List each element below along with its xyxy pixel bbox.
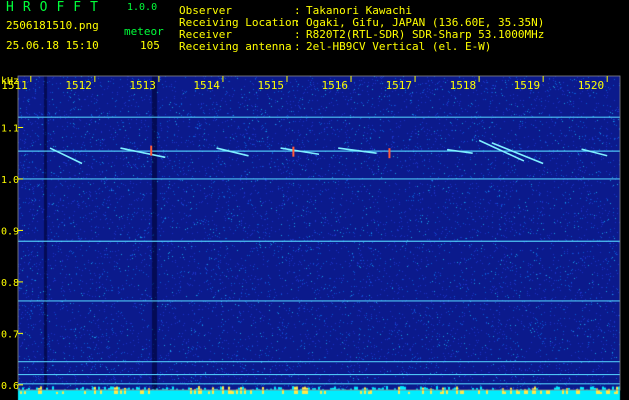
x-tick-label-1513: 1513	[129, 79, 156, 92]
x-tick-label-1517: 1517	[386, 79, 413, 92]
meteor-head-1	[292, 146, 295, 157]
location-label: Receiving Location	[179, 16, 299, 29]
file-name: 2506181510.png	[6, 19, 99, 32]
x-tick-label-1516: 1516	[322, 79, 349, 92]
header-panel: HROFFT 1.0.0 2506181510.png 25.06.18 15:…	[0, 0, 629, 70]
x-tick-label-1514: 1514	[193, 79, 220, 92]
y-tick-label-1.0: 1.0	[1, 175, 19, 186]
mode-label: meteor	[124, 25, 164, 38]
x-tick-label-1520: 1520	[578, 79, 605, 92]
receiver-separator: :	[294, 28, 301, 41]
observer-value: Takanori Kawachi	[306, 4, 412, 17]
y-tick-label-1.1: 1.1	[1, 123, 19, 134]
meteor-trace-8	[581, 148, 608, 157]
x-tick-label-1518: 1518	[450, 79, 477, 92]
app-title: HROFFT	[6, 0, 107, 15]
meteor-trace-7	[491, 142, 544, 165]
y-unit-label: kHz	[1, 76, 19, 87]
meteor-trace-2	[216, 147, 249, 157]
app-version: 1.0.0	[127, 2, 158, 13]
spectrogram-panel: 1511 1512 1513 1514 1515 1516 1517 1518 1519 1520…	[0, 70, 629, 400]
detection-count: 105	[140, 39, 160, 52]
observer-separator: :	[294, 4, 301, 17]
x-tick-label-1512: 1512	[65, 79, 92, 92]
x-tick-label-1515: 1515	[257, 79, 284, 92]
spectrogram-axes: 1511 1512 1513 1514 1515 1516 1517 1518 1519 1520…	[1, 75, 621, 392]
y-tick-label-0.8: 0.8	[1, 278, 19, 289]
meteor-trace-0	[49, 147, 83, 165]
y-tick-label-0.6: 0.6	[1, 381, 19, 392]
location-separator: :	[294, 16, 301, 29]
location-value: Ogaki, Gifu, JAPAN (136.60E, 35.35N)	[306, 16, 545, 29]
meteor-head-2	[388, 148, 391, 159]
receiver-value: R820T2(RTL-SDR) SDR-Sharp 53.1000MHz	[306, 28, 545, 41]
antenna-label: Receiving antenna	[179, 40, 292, 53]
plot-frame	[17, 75, 621, 391]
receiver-label: Receiver	[179, 28, 232, 41]
antenna-separator: :	[294, 40, 301, 53]
y-tick-label-0.9: 0.9	[1, 226, 19, 237]
y-tick-label-0.7: 0.7	[1, 329, 19, 340]
x-tick-label-1519: 1519	[514, 79, 541, 92]
antenna-value: 2el-HB9CV Vertical (el. E-W)	[306, 40, 492, 53]
meteor-head-0	[150, 145, 153, 156]
observer-label: Observer	[179, 4, 232, 17]
file-datetime: 25.06.18 15:10	[6, 39, 99, 52]
meteor-trace-1	[120, 147, 166, 159]
